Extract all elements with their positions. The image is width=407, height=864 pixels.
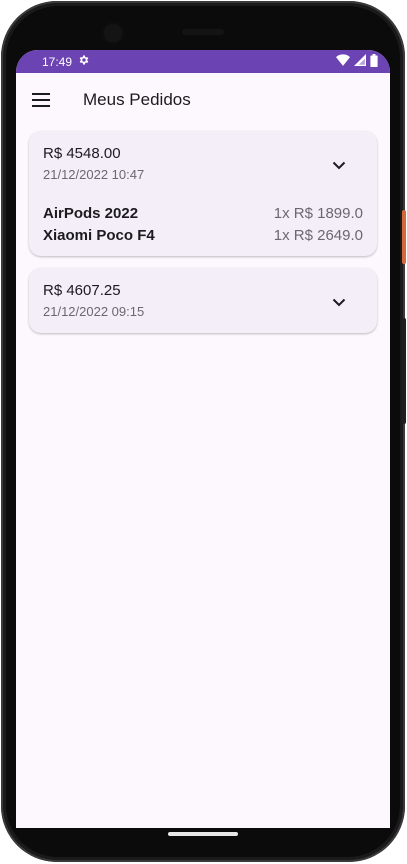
order-total: R$ 4607.25: [43, 282, 121, 299]
order-date: 21/12/2022 10:47: [43, 167, 145, 182]
hamburger-menu-icon[interactable]: [32, 88, 56, 112]
settings-icon: [78, 54, 90, 69]
item-qty-price: 1x R$ 1899.0: [273, 204, 363, 222]
order-total: R$ 4548.00: [43, 145, 121, 162]
app-screen: 17:49 Meus Pedidos R$ 4548.00 21/12/2022…: [16, 50, 390, 828]
chevron-down-icon[interactable]: [327, 153, 351, 177]
status-bar: 17:49: [16, 50, 390, 73]
signal-icon: [354, 54, 366, 69]
order-card[interactable]: R$ 4607.25 21/12/2022 09:15: [29, 268, 377, 333]
status-time: 17:49: [42, 54, 73, 69]
chevron-down-icon[interactable]: [327, 290, 351, 314]
orders-list: R$ 4548.00 21/12/2022 10:47 AirPods 2022…: [16, 127, 390, 333]
gesture-nav-handle[interactable]: [168, 832, 238, 836]
list-item: AirPods 2022 1x R$ 1899.0: [43, 202, 363, 224]
battery-icon: [370, 53, 378, 70]
power-button: [402, 210, 406, 264]
order-items: AirPods 2022 1x R$ 1899.0 Xiaomi Poco F4…: [43, 202, 363, 246]
page-title: Meus Pedidos: [83, 90, 191, 109]
earpiece-speaker: [182, 29, 224, 35]
item-qty-price: 1x R$ 2649.0: [273, 226, 363, 244]
wifi-icon: [336, 54, 350, 69]
item-name: AirPods 2022: [43, 204, 139, 222]
volume-button: [402, 318, 406, 424]
order-date: 21/12/2022 09:15: [43, 304, 145, 319]
order-card[interactable]: R$ 4548.00 21/12/2022 10:47 AirPods 2022…: [29, 131, 377, 256]
item-name: Xiaomi Poco F4: [43, 226, 155, 244]
front-camera: [104, 24, 122, 42]
app-bar: Meus Pedidos: [16, 73, 390, 127]
list-item: Xiaomi Poco F4 1x R$ 2649.0: [43, 224, 363, 246]
